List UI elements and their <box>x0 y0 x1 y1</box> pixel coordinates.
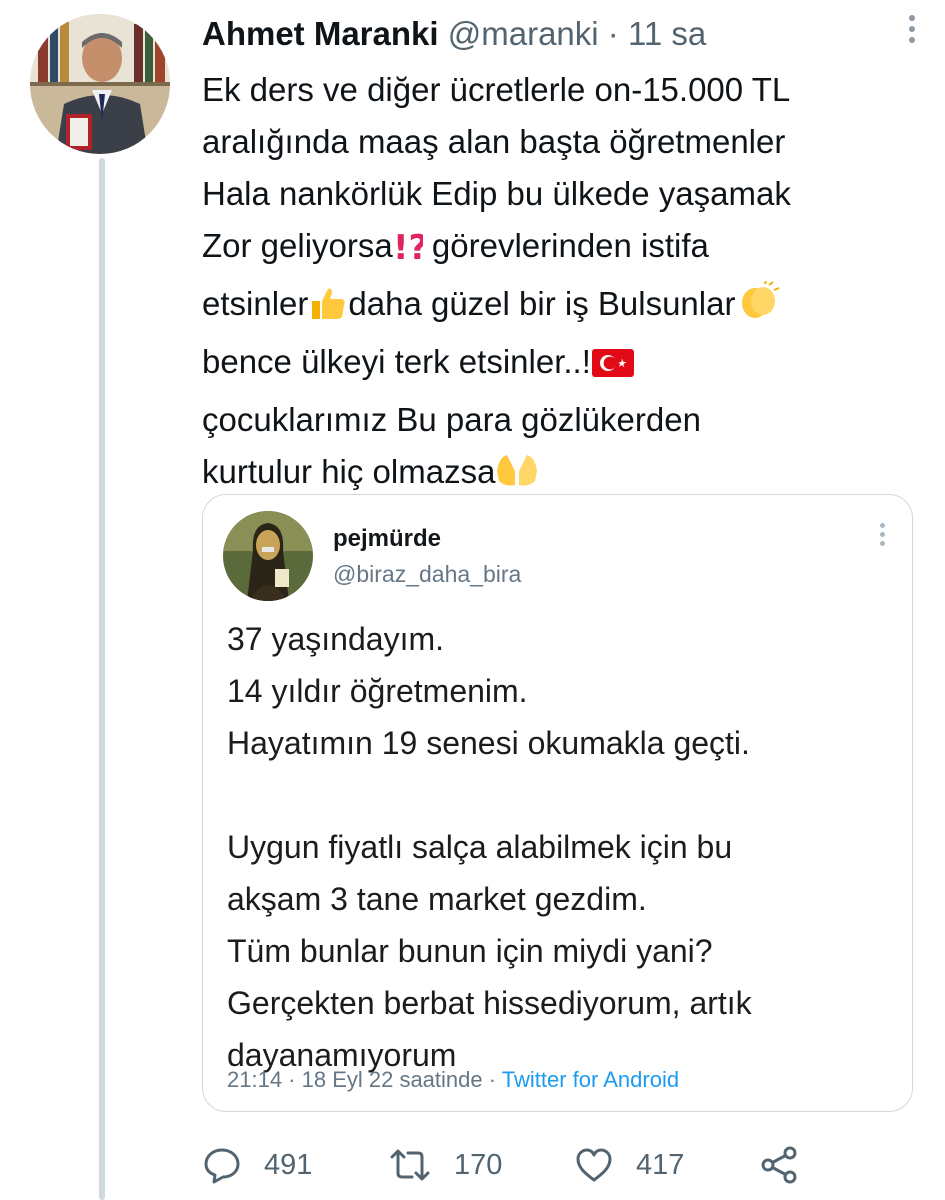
reply-button[interactable]: 491 <box>202 1140 312 1190</box>
reply-icon <box>204 1148 240 1184</box>
like-button[interactable]: 417 <box>574 1140 684 1190</box>
tweet-line-part: bence ülkeyi terk etsinler..! <box>202 343 591 380</box>
tweet-line-part: görevlerinden istifa <box>431 227 709 264</box>
quoted-line: Uygun fiyatlı salça alabilmek için bu <box>227 829 733 865</box>
quoted-handle: @biraz_daha_bira <box>333 561 522 587</box>
tweet-line-part: etsinler <box>202 285 309 322</box>
thread-line <box>99 158 105 1200</box>
svg-text:!?: !? <box>393 229 423 263</box>
share-icon <box>761 1146 797 1184</box>
tweet-header: Ahmet Maranki @maranki · 11 sa <box>202 12 706 56</box>
quoted-meta: 21:14 · 18 Eyl 22 saatinde · Twitter for… <box>227 1067 679 1093</box>
retweet-icon <box>390 1149 430 1181</box>
author-avatar[interactable] <box>30 14 170 154</box>
share-button[interactable] <box>760 1140 800 1190</box>
quoted-line: 14 yıldır öğretmenim. <box>227 673 528 709</box>
retweet-button[interactable]: 170 <box>388 1140 502 1190</box>
more-options-icon[interactable] <box>905 12 919 48</box>
author-name[interactable]: Ahmet Maranki <box>202 15 439 52</box>
quoted-tweet[interactable]: pejmürde @biraz_daha_bira 37 yaşındayım.… <box>202 494 913 1112</box>
tweet-line: Zor geliyorsa!? görevlerinden istifa <box>202 220 932 278</box>
clapping-hands-icon <box>735 280 781 336</box>
quoted-avatar <box>223 511 313 601</box>
tweet-line-part: kurtulur hiç olmazsa <box>202 453 496 490</box>
tweet-line: Hala nankörlük Edip bu ülkede yaşamak <box>202 175 791 212</box>
turkey-flag-icon <box>591 342 635 394</box>
tweet-line-part: daha güzel bir iş Bulsunlar <box>348 285 736 322</box>
tweet-text: Ek ders ve diğer ücretlerle on-15.000 TL… <box>202 64 932 504</box>
quoted-line: akşam 3 tane market gezdim. <box>227 881 647 917</box>
quoted-line: 37 yaşındayım. <box>227 621 444 657</box>
author-handle[interactable]: @maranki <box>448 15 599 52</box>
quoted-line: Tüm bunlar bunun için miydi yani? <box>227 933 713 969</box>
reply-count: 491 <box>264 1148 313 1181</box>
tweet-line: aralığında maaş alan başta öğretmenler <box>202 123 786 160</box>
tweet-line: etsinler daha güzel bir iş Bulsunlar <box>202 278 932 336</box>
like-count: 417 <box>636 1148 685 1181</box>
separator-dot: · <box>607 15 619 52</box>
heart-icon <box>576 1148 612 1182</box>
thumbs-up-icon <box>308 284 348 336</box>
tweet-line-part: Zor geliyorsa <box>202 227 393 264</box>
tweet-line: bence ülkeyi terk etsinler..! <box>202 336 932 394</box>
interrobang-icon: !? <box>393 226 428 278</box>
quoted-client: Twitter for Android <box>501 1067 680 1092</box>
tweet-actions: 491 170 417 <box>202 1140 922 1190</box>
retweet-count: 170 <box>454 1148 503 1181</box>
tweet-line: çocuklarımız Bu para gözlükerden <box>202 401 701 438</box>
quoted-line: Hayatımın 19 senesi okumakla geçti. <box>227 725 750 761</box>
tweet-time[interactable]: 11 sa <box>628 15 706 52</box>
quoted-timestamp: 21:14 · 18 Eyl 22 saatinde · <box>227 1067 497 1092</box>
quoted-text: 37 yaşındayım. 14 yıldır öğretmenim. Hay… <box>227 613 897 1081</box>
quoted-tweet-screenshot: pejmürde @biraz_daha_bira 37 yaşındayım.… <box>213 503 903 1103</box>
quoted-name: pejmürde <box>333 525 442 552</box>
quoted-more-icon <box>877 521 887 551</box>
quoted-line: Gerçekten berbat hissediyorum, artık <box>227 985 752 1021</box>
tweet-line: Ek ders ve diğer ücretlerle on-15.000 TL <box>202 71 791 108</box>
